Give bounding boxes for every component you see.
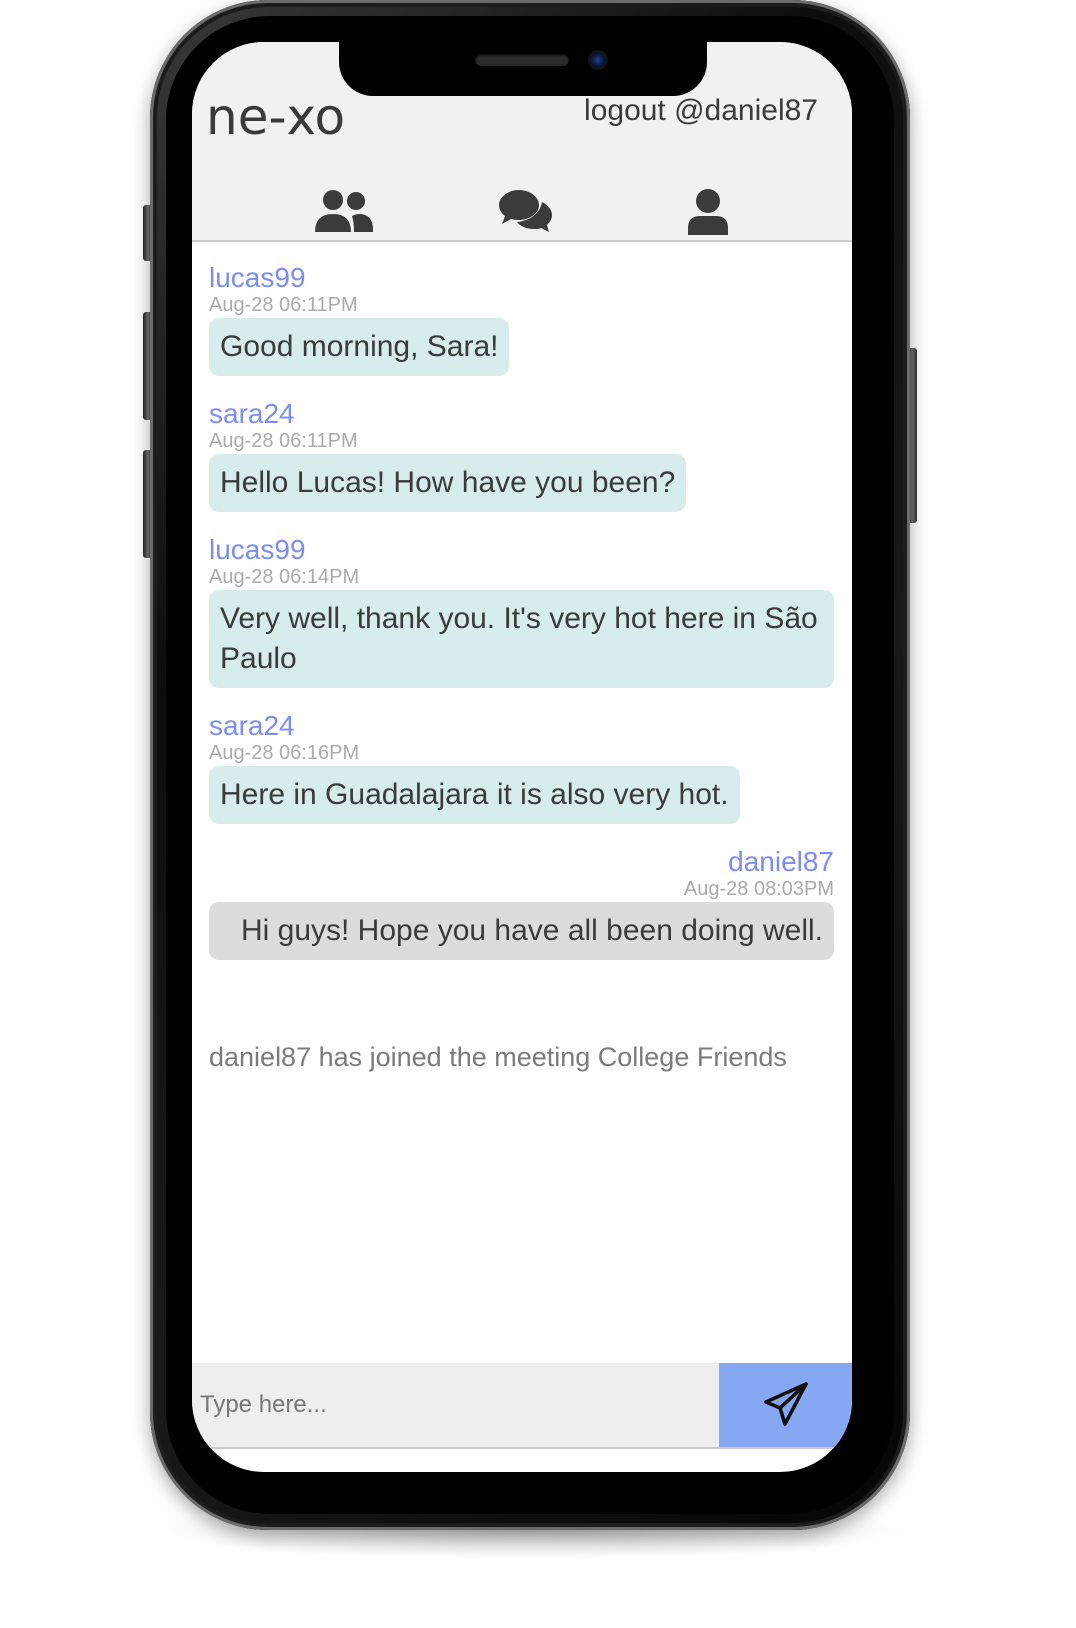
message-list: lucas99 Aug-28 06:11PM Good morning, Sar… xyxy=(209,262,834,982)
message-author[interactable]: lucas99 xyxy=(209,262,834,294)
message-author[interactable]: sara24 xyxy=(209,710,834,742)
chat-message: sara24 Aug-28 06:11PM Hello Lucas! How h… xyxy=(209,398,834,512)
app-screen: ne-xo logout @daniel87 lucas99 Aug-28 06… xyxy=(192,42,852,1472)
chat-bubbles-icon[interactable] xyxy=(498,188,554,234)
message-timestamp: Aug-28 08:03PM xyxy=(683,878,834,900)
system-notice: daniel87 has joined the meeting College … xyxy=(209,1042,787,1072)
message-bubble: Hi guys! Hope you have all been doing we… xyxy=(209,902,834,960)
app-logo[interactable]: ne-xo xyxy=(206,88,345,146)
message-timestamp: Aug-28 06:14PM xyxy=(209,566,360,588)
message-timestamp: Aug-28 06:11PM xyxy=(209,294,358,316)
message-bubble: Hello Lucas! How have you been? xyxy=(209,454,687,512)
message-input[interactable] xyxy=(192,1363,719,1447)
speaker-grille xyxy=(475,54,569,66)
chat-message: lucas99 Aug-28 06:14PM Very well, thank … xyxy=(209,534,834,688)
message-timestamp: Aug-28 06:16PM xyxy=(209,742,360,764)
chat-message-own: daniel87 Aug-28 08:03PM Hi guys! Hope yo… xyxy=(209,846,834,960)
phone-notch xyxy=(339,42,707,96)
message-bubble: Here in Guadalajara it is also very hot. xyxy=(209,766,740,824)
message-timestamp: Aug-28 06:11PM xyxy=(209,430,358,452)
profile-icon[interactable] xyxy=(686,188,730,236)
message-bubble: Very well, thank you. It's very hot here… xyxy=(209,590,834,688)
front-camera xyxy=(588,50,608,70)
logout-link[interactable]: logout @daniel87 xyxy=(584,94,818,128)
message-bubble: Good morning, Sara! xyxy=(209,318,510,376)
chat-message: sara24 Aug-28 06:16PM Here in Guadalajar… xyxy=(209,710,834,824)
message-author[interactable]: daniel87 xyxy=(209,846,834,878)
message-author[interactable]: lucas99 xyxy=(209,534,834,566)
chat-message: lucas99 Aug-28 06:11PM Good morning, Sar… xyxy=(209,262,834,376)
message-author[interactable]: sara24 xyxy=(209,398,834,430)
paper-plane-icon xyxy=(764,1382,808,1426)
message-composer xyxy=(192,1363,852,1449)
users-icon[interactable] xyxy=(314,188,374,234)
send-button[interactable] xyxy=(719,1363,852,1447)
